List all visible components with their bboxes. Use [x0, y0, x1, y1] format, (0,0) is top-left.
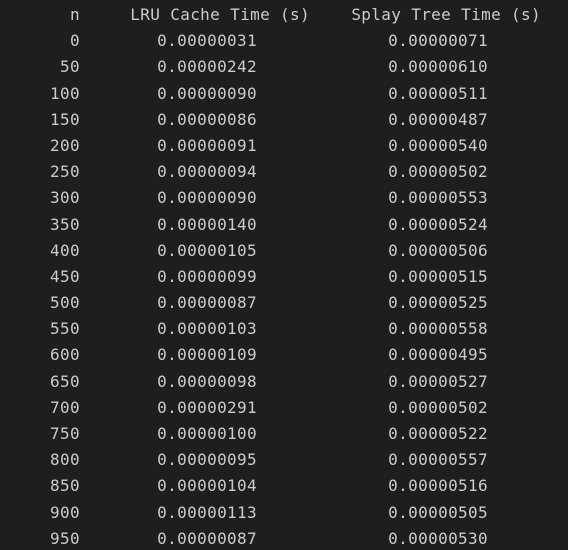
cell-lru-cache-time: 0.00000109 — [157, 345, 257, 365]
cell-lru-cache-time: 0.00000098 — [157, 371, 257, 391]
table-row: 600 0.00000109 0.00000495 — [0, 342, 568, 368]
cell-splay-tree-time: 0.00000502 — [388, 162, 488, 182]
cell-lru-cache-time: 0.00000099 — [157, 266, 257, 286]
cell-splay-tree-time: 0.00000525 — [388, 293, 488, 313]
table-row: 650 0.00000098 0.00000527 — [0, 369, 568, 395]
cell-n: 550 — [50, 319, 80, 339]
table-row: 200 0.00000091 0.00000540 — [0, 133, 568, 159]
cell-lru-cache-time: 0.00000242 — [157, 57, 257, 77]
table-row: 100 0.00000090 0.00000511 — [0, 81, 568, 107]
table-row: 500 0.00000087 0.00000525 — [0, 290, 568, 316]
cell-lru-cache-time: 0.00000090 — [157, 188, 257, 208]
cell-n: 900 — [50, 502, 80, 522]
cell-lru-cache-time: 0.00000094 — [157, 162, 257, 182]
cell-splay-tree-time: 0.00000511 — [388, 83, 488, 103]
cell-lru-cache-time: 0.00000091 — [157, 135, 257, 155]
table-row: 850 0.00000104 0.00000516 — [0, 473, 568, 499]
cell-splay-tree-time: 0.00000505 — [388, 502, 488, 522]
cell-splay-tree-time: 0.00000524 — [388, 214, 488, 234]
table-header-row: n LRU Cache Time (s) Splay Tree Time (s) — [0, 2, 568, 28]
table-row: 550 0.00000103 0.00000558 — [0, 316, 568, 342]
cell-lru-cache-time: 0.00000113 — [157, 502, 257, 522]
table-row: 450 0.00000099 0.00000515 — [0, 264, 568, 290]
cell-splay-tree-time: 0.00000487 — [388, 109, 488, 129]
cell-splay-tree-time: 0.00000516 — [388, 476, 488, 496]
table-body: 0 0.00000031 0.00000071 50 0.00000242 0.00000… — [0, 28, 568, 550]
table-row: 250 0.00000094 0.00000502 — [0, 159, 568, 185]
table-row: 950 0.00000087 0.00000530 — [0, 526, 568, 550]
cell-n: 450 — [50, 266, 80, 286]
table-row: 800 0.00000095 0.00000557 — [0, 447, 568, 473]
cell-n: 50 — [60, 57, 80, 77]
cell-n: 500 — [50, 293, 80, 313]
cell-n: 700 — [50, 397, 80, 417]
cell-splay-tree-time: 0.00000527 — [388, 371, 488, 391]
cell-n: 750 — [50, 424, 80, 443]
cell-splay-tree-time: 0.00000557 — [388, 450, 488, 470]
header-lru-cache-time: LRU Cache Time (s) — [130, 5, 310, 24]
cell-lru-cache-time: 0.00000291 — [157, 397, 257, 417]
header-n: n — [70, 5, 80, 24]
cell-n: 350 — [50, 214, 80, 234]
table-row: 350 0.00000140 0.00000524 — [0, 212, 568, 238]
cell-splay-tree-time: 0.00000558 — [388, 319, 488, 339]
cell-splay-tree-time: 0.00000522 — [388, 424, 488, 443]
cell-n: 250 — [50, 162, 80, 182]
cell-n: 300 — [50, 188, 80, 208]
cell-n: 0 — [70, 31, 80, 51]
cell-lru-cache-time: 0.00000105 — [157, 240, 257, 260]
cell-lru-cache-time: 0.00000140 — [157, 214, 257, 234]
cell-splay-tree-time: 0.00000502 — [388, 397, 488, 417]
cell-splay-tree-time: 0.00000610 — [388, 57, 488, 77]
cell-n: 650 — [50, 371, 80, 391]
cell-lru-cache-time: 0.00000086 — [157, 109, 257, 129]
cell-lru-cache-time: 0.00000087 — [157, 293, 257, 313]
terminal-output: n LRU Cache Time (s) Splay Tree Time (s)… — [0, 0, 568, 550]
cell-lru-cache-time: 0.00000104 — [157, 476, 257, 496]
cell-n: 400 — [50, 240, 80, 260]
cell-lru-cache-time: 0.00000103 — [157, 319, 257, 339]
cell-splay-tree-time: 0.00000071 — [388, 31, 488, 51]
table-row: 0 0.00000031 0.00000071 — [0, 28, 568, 54]
cell-n: 150 — [50, 109, 80, 129]
cell-splay-tree-time: 0.00000515 — [388, 266, 488, 286]
table-row: 750 0.00000100 0.00000522 — [0, 421, 568, 447]
table-row: 300 0.00000090 0.00000553 — [0, 185, 568, 211]
cell-lru-cache-time: 0.00000090 — [157, 83, 257, 103]
cell-n: 200 — [50, 135, 80, 155]
header-splay-tree-time: Splay Tree Time (s) — [351, 5, 541, 24]
table-row: 150 0.00000086 0.00000487 — [0, 107, 568, 133]
cell-lru-cache-time: 0.00000031 — [157, 31, 257, 51]
cell-n: 100 — [50, 83, 80, 103]
cell-lru-cache-time: 0.00000087 — [157, 528, 257, 548]
table-row: 400 0.00000105 0.00000506 — [0, 238, 568, 264]
cell-n: 800 — [50, 450, 80, 470]
table-row: 50 0.00000242 0.00000610 — [0, 54, 568, 80]
cell-lru-cache-time: 0.00000095 — [157, 450, 257, 470]
cell-n: 850 — [50, 476, 80, 496]
cell-splay-tree-time: 0.00000506 — [388, 240, 488, 260]
cell-n: 950 — [50, 528, 80, 548]
cell-n: 600 — [50, 345, 80, 365]
cell-splay-tree-time: 0.00000495 — [388, 345, 488, 365]
cell-splay-tree-time: 0.00000530 — [388, 528, 488, 548]
cell-splay-tree-time: 0.00000553 — [388, 188, 488, 208]
cell-splay-tree-time: 0.00000540 — [388, 135, 488, 155]
table-row: 700 0.00000291 0.00000502 — [0, 395, 568, 421]
table-row: 900 0.00000113 0.00000505 — [0, 500, 568, 526]
cell-lru-cache-time: 0.00000100 — [157, 424, 257, 443]
